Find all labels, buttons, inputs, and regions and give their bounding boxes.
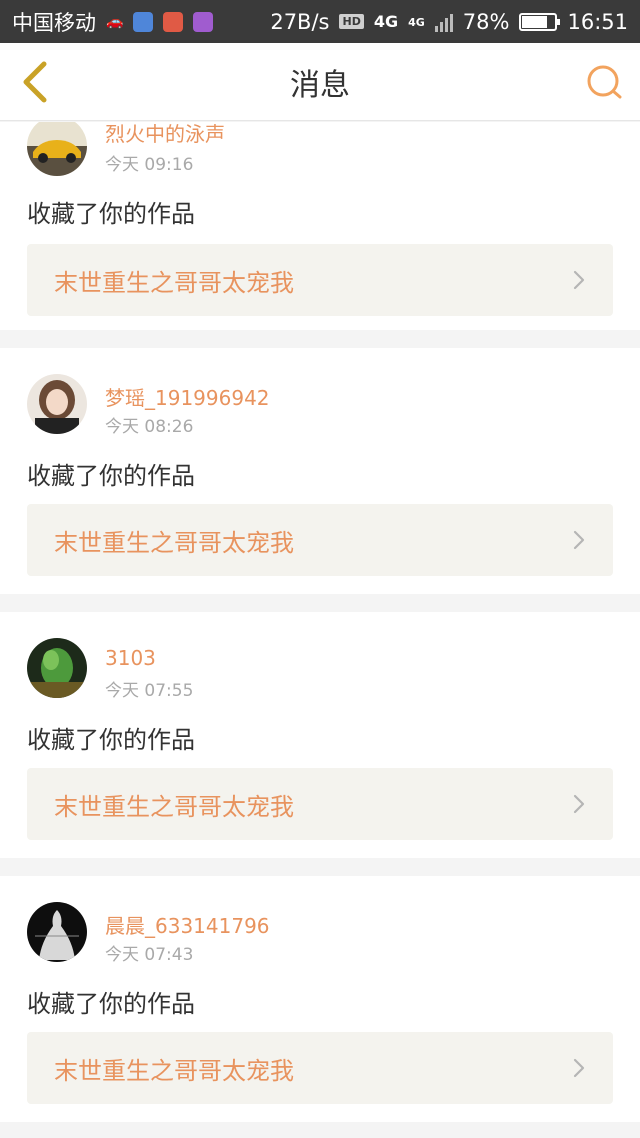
network-type-2: 4G bbox=[408, 15, 425, 29]
sender-username[interactable]: 晨晨_633141796 bbox=[105, 910, 270, 939]
car-icon: 🚗 bbox=[106, 13, 124, 30]
work-title: 末世重生之哥哥太宠我 bbox=[54, 1056, 294, 1085]
location-app-icon bbox=[133, 11, 154, 32]
sender-username[interactable]: 3103 bbox=[105, 646, 156, 670]
message-action: 收藏了你的作品 bbox=[27, 990, 195, 1018]
yellow-car-avatar[interactable] bbox=[27, 122, 87, 176]
battery-fill bbox=[522, 15, 548, 28]
page-title: 消息 bbox=[290, 67, 350, 103]
green-landscape-avatar[interactable] bbox=[27, 638, 87, 698]
status-bar: 中国移动 🚗 27B/s HD 4G 4G 78% 16:51 bbox=[0, 0, 640, 43]
search-icon bbox=[587, 65, 622, 99]
battery-icon bbox=[519, 12, 561, 31]
work-title: 末世重生之哥哥太宠我 bbox=[54, 792, 294, 821]
gallery-app-icon bbox=[193, 11, 214, 32]
message-action: 收藏了你的作品 bbox=[27, 726, 195, 754]
message-card: 烈火中的泳声 今天 09:16 收藏了你的作品 末世重生之哥哥太宠我 bbox=[0, 122, 640, 330]
message-card: 晨晨_633141796 今天 07:43 收藏了你的作品 末世重生之哥哥太宠我 bbox=[0, 876, 640, 1122]
chevron-right-icon bbox=[573, 1058, 585, 1078]
message-time: 今天 07:55 bbox=[105, 681, 194, 701]
top-nav-bar: 消息 bbox=[0, 43, 640, 121]
network-type-1: 4G bbox=[373, 12, 399, 31]
work-link[interactable]: 末世重生之哥哥太宠我 bbox=[27, 504, 613, 576]
message-list[interactable]: 烈火中的泳声 今天 09:16 收藏了你的作品 末世重生之哥哥太宠我 梦瑶_19… bbox=[0, 122, 640, 1138]
message-card: 3103 今天 07:55 收藏了你的作品 末世重生之哥哥太宠我 bbox=[0, 612, 640, 858]
message-action: 收藏了你的作品 bbox=[27, 462, 195, 490]
message-action: 收藏了你的作品 bbox=[27, 200, 195, 228]
girl-avatar[interactable] bbox=[27, 374, 87, 434]
message-time: 今天 07:43 bbox=[105, 945, 194, 965]
signal-icon bbox=[434, 12, 453, 32]
work-link[interactable]: 末世重生之哥哥太宠我 bbox=[27, 1032, 613, 1104]
chevron-right-icon bbox=[573, 530, 585, 550]
chevron-right-icon bbox=[573, 794, 585, 814]
sender-username[interactable]: 烈火中的泳声 bbox=[105, 122, 225, 147]
clock: 16:51 bbox=[567, 9, 628, 34]
hd-badge: HD bbox=[339, 14, 364, 29]
back-button[interactable] bbox=[14, 59, 58, 105]
mail-app-icon bbox=[163, 11, 184, 32]
sender-username[interactable]: 梦瑶_191996942 bbox=[105, 382, 270, 411]
message-time: 今天 09:16 bbox=[105, 155, 194, 175]
battery-percent: 78% bbox=[462, 9, 510, 34]
network-speed: 27B/s bbox=[270, 9, 330, 34]
white-figure-avatar[interactable] bbox=[27, 902, 87, 962]
back-arrow-icon bbox=[23, 61, 47, 103]
carrier-name: 中国移动 bbox=[12, 10, 96, 35]
chevron-right-icon bbox=[573, 270, 585, 290]
work-link[interactable]: 末世重生之哥哥太宠我 bbox=[27, 768, 613, 840]
work-title: 末世重生之哥哥太宠我 bbox=[54, 528, 294, 557]
message-time: 今天 08:26 bbox=[105, 417, 194, 437]
work-link[interactable]: 末世重生之哥哥太宠我 bbox=[27, 244, 613, 316]
search-button[interactable] bbox=[584, 61, 626, 103]
message-card: 梦瑶_191996942 今天 08:26 收藏了你的作品 末世重生之哥哥太宠我 bbox=[0, 348, 640, 594]
work-title: 末世重生之哥哥太宠我 bbox=[54, 268, 294, 297]
